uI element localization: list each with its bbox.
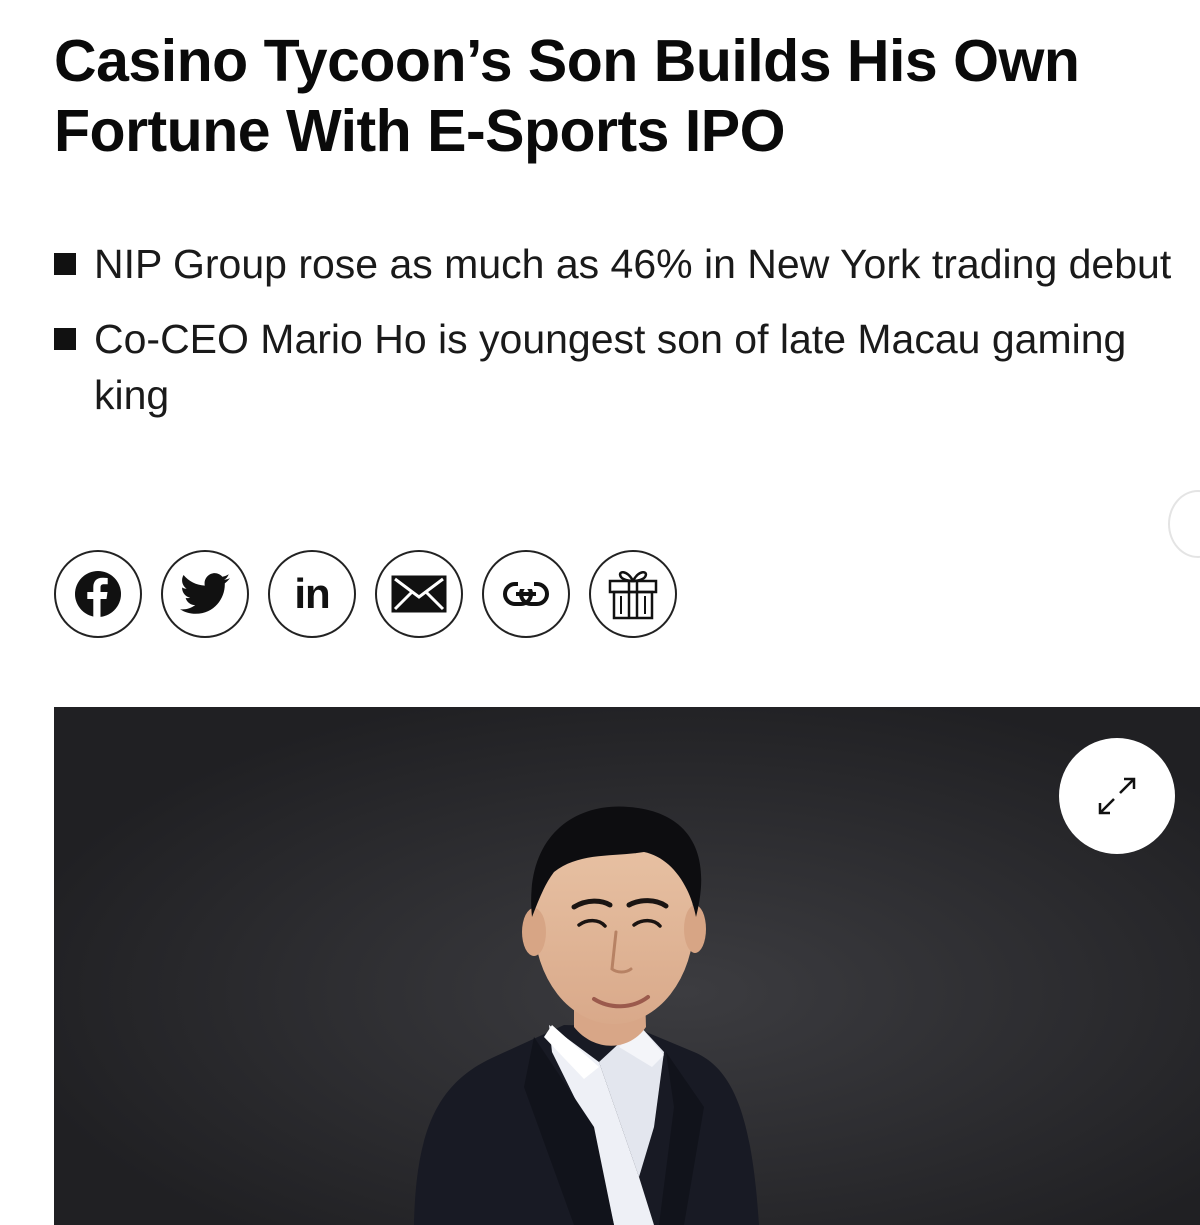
share-facebook-button[interactable] bbox=[54, 550, 142, 638]
summary-bullet-text: NIP Group rose as much as 46% in New Yor… bbox=[94, 241, 1172, 287]
gift-icon bbox=[608, 571, 658, 620]
article-summary-list: NIP Group rose as much as 46% in New Yor… bbox=[54, 236, 1174, 442]
article-hero-photo bbox=[54, 707, 1200, 1225]
portrait-figure bbox=[54, 707, 1200, 1225]
twitter-icon bbox=[180, 573, 230, 614]
share-email-button[interactable] bbox=[375, 550, 463, 638]
scroll-edge-handle bbox=[1168, 490, 1200, 558]
share-toolbar: in bbox=[54, 550, 677, 642]
copy-link-button[interactable] bbox=[482, 550, 570, 638]
square-bullet-icon bbox=[54, 253, 76, 275]
expand-arrows-icon bbox=[1098, 777, 1136, 815]
summary-bullet-text: Co-CEO Mario Ho is youngest son of late … bbox=[94, 316, 1127, 418]
summary-bullet-item: NIP Group rose as much as 46% in New Yor… bbox=[54, 236, 1174, 292]
email-icon bbox=[391, 575, 447, 613]
facebook-icon bbox=[75, 571, 121, 617]
expand-image-button[interactable] bbox=[1059, 738, 1175, 854]
square-bullet-icon bbox=[54, 328, 76, 350]
link-icon bbox=[503, 580, 549, 606]
summary-bullet-item: Co-CEO Mario Ho is youngest son of late … bbox=[54, 311, 1174, 423]
gift-article-button[interactable] bbox=[589, 550, 677, 638]
share-twitter-button[interactable] bbox=[161, 550, 249, 638]
linkedin-icon: in bbox=[294, 570, 330, 617]
article-headline: Casino Tycoon’s Son Builds His Own Fortu… bbox=[54, 28, 1080, 164]
share-linkedin-button[interactable]: in bbox=[268, 550, 356, 638]
